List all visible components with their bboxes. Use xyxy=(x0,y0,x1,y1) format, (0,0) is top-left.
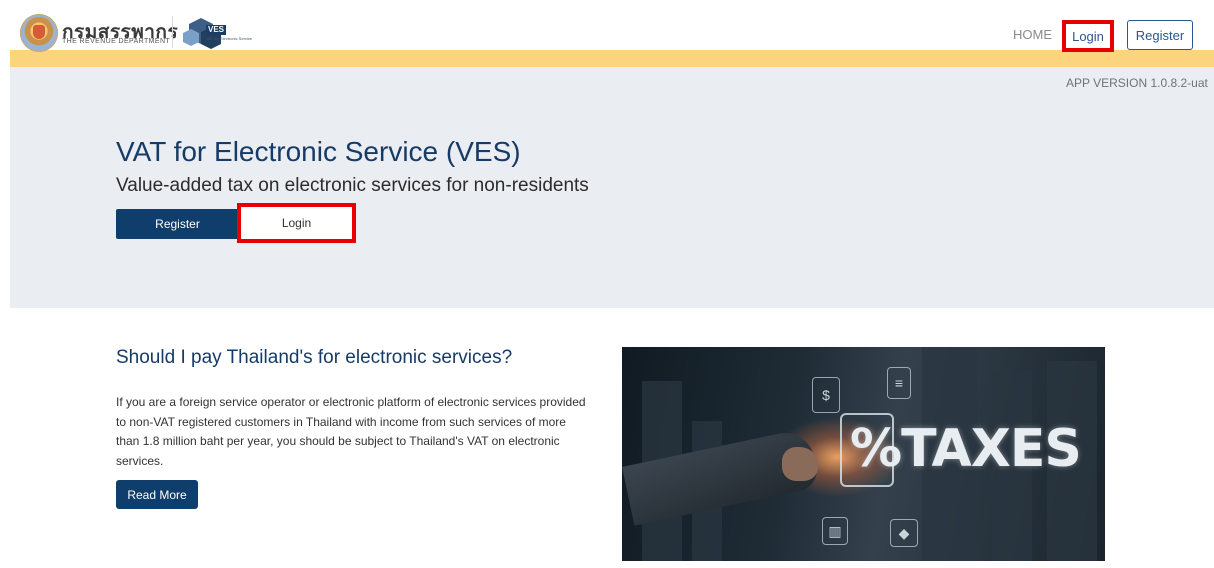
accent-bar xyxy=(10,50,1214,67)
nav-home-link[interactable]: HOME xyxy=(1013,27,1052,42)
nav-login-button[interactable]: Login xyxy=(1062,20,1114,52)
dollar-icon: $ xyxy=(812,377,840,413)
taxes-illustration: $ ≡ ▥ ◆ %TAXES xyxy=(622,347,1105,561)
info-title: Should I pay Thailand's for electronic s… xyxy=(116,347,513,368)
nav-register-button[interactable]: Register xyxy=(1127,20,1193,50)
pointing-hand xyxy=(782,447,818,481)
hero-login-label: Login xyxy=(281,216,312,230)
taxes-word: TAXES xyxy=(901,419,1082,479)
app-version: APP VERSION 1.0.8.2-uat xyxy=(1066,76,1208,90)
brand-divider xyxy=(172,16,173,48)
read-more-button[interactable]: Read More xyxy=(116,480,198,509)
chart-icon: ▥ xyxy=(822,517,848,545)
hero-subtitle: Value-added tax on electronic services f… xyxy=(116,175,589,196)
read-more-label: Read More xyxy=(127,487,187,502)
hero-login-button[interactable]: Login xyxy=(237,203,356,243)
hero-title: VAT for Electronic Service (VES) xyxy=(116,136,521,167)
taxes-text: %TAXES xyxy=(850,419,1082,479)
nav-register-label: Register xyxy=(1135,27,1185,43)
hero-register-button[interactable]: Register xyxy=(116,209,239,239)
taxes-percent: % xyxy=(850,419,902,479)
revenue-department-emblem-icon[interactable] xyxy=(20,14,58,52)
nav-login-label: Login xyxy=(1072,28,1104,44)
info-body: If you are a foreign service operator or… xyxy=(116,395,586,468)
hero-register-label: Register xyxy=(155,217,200,231)
document-icon: ≡ xyxy=(887,367,911,399)
ves-subtitle: VAT for Electronic Service xyxy=(206,36,253,41)
ves-badge: VES xyxy=(206,25,227,35)
diamond-icon: ◆ xyxy=(890,519,918,547)
brand-name-english: THE REVENUE DEPARTMENT xyxy=(62,38,171,45)
ves-logo-icon[interactable] xyxy=(183,18,283,52)
